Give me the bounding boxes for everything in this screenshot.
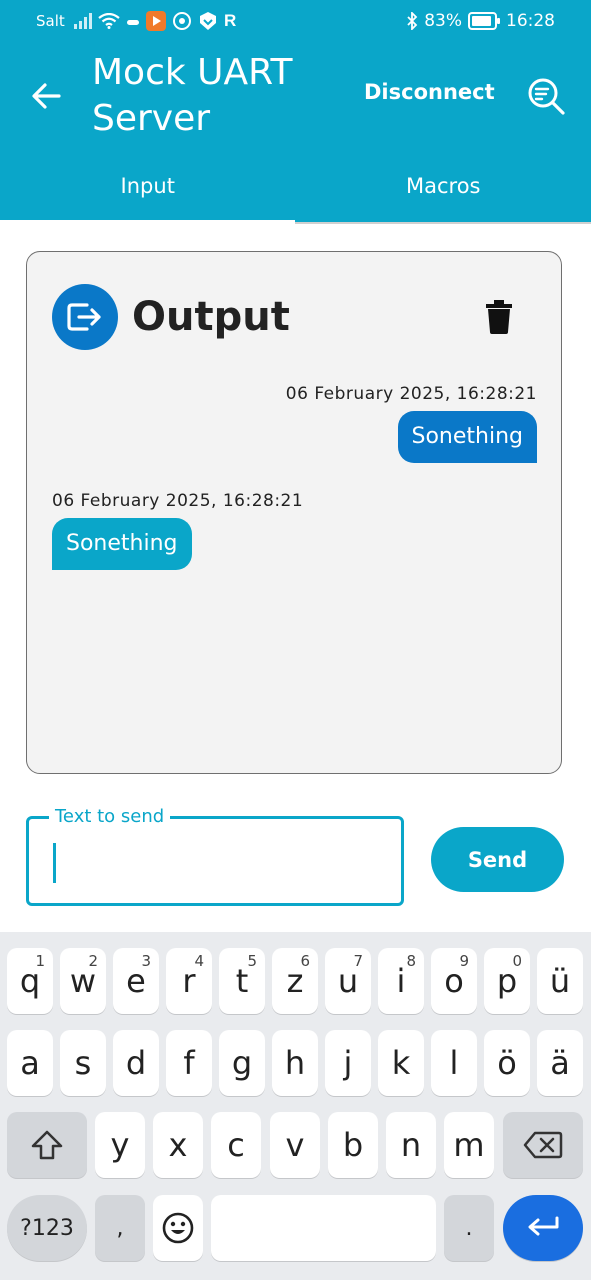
battery-percent: 83% xyxy=(424,11,462,31)
key-hint: 4 xyxy=(194,952,204,970)
key-d[interactable]: d xyxy=(113,1030,159,1096)
status-icons-left: R xyxy=(74,10,236,32)
shift-icon xyxy=(31,1130,63,1160)
app-notification-icon xyxy=(146,11,166,31)
key-u[interactable]: u7 xyxy=(325,948,371,1014)
key-t[interactable]: t5 xyxy=(219,948,265,1014)
wifi-icon xyxy=(98,13,120,29)
output-title: Output xyxy=(132,294,290,340)
shift-key[interactable] xyxy=(7,1112,87,1178)
key-x[interactable]: x xyxy=(153,1112,203,1178)
period-key[interactable]: . xyxy=(444,1195,494,1261)
key-v[interactable]: v xyxy=(270,1112,320,1178)
status-icons-right: 83% 16:28 xyxy=(406,10,555,32)
key-l[interactable]: l xyxy=(431,1030,477,1096)
sent-message-bubble: Sonething xyxy=(397,411,537,463)
tab-bar: Input Macros xyxy=(0,162,591,222)
key-i[interactable]: i8 xyxy=(378,948,424,1014)
key-c[interactable]: c xyxy=(211,1112,261,1178)
emoji-key[interactable] xyxy=(153,1195,203,1261)
key-a-umlaut[interactable]: ä xyxy=(537,1030,583,1096)
key-y[interactable]: y xyxy=(95,1112,145,1178)
text-to-send-label: Text to send xyxy=(49,806,171,827)
key-hint: 9 xyxy=(459,952,469,970)
key-m[interactable]: m xyxy=(444,1112,494,1178)
key-s[interactable]: s xyxy=(60,1030,106,1096)
back-button[interactable] xyxy=(26,76,66,116)
key-hint: 8 xyxy=(406,952,416,970)
hotspot-icon xyxy=(172,11,192,31)
comma-key[interactable]: , xyxy=(95,1195,145,1261)
keyboard: q1 w2 e3 r4 t5 z6 u7 i8 o9 p0 ü a s d f … xyxy=(0,932,591,1280)
page-title: Mock UART Server xyxy=(92,52,293,139)
key-hint: 5 xyxy=(247,952,257,970)
key-hint: 7 xyxy=(353,952,363,970)
enter-key[interactable] xyxy=(503,1195,583,1261)
search-list-icon xyxy=(528,78,565,115)
key-hint: 6 xyxy=(300,952,310,970)
trash-icon xyxy=(486,300,512,334)
send-button[interactable]: Send xyxy=(431,827,564,892)
text-to-send-field[interactable]: Text to send xyxy=(26,806,404,906)
backspace-key[interactable] xyxy=(503,1112,583,1178)
key-hint: 1 xyxy=(35,952,45,970)
key-label: t xyxy=(235,962,249,1000)
r-app-icon: R xyxy=(224,11,237,30)
key-j[interactable]: j xyxy=(325,1030,371,1096)
sent-message-timestamp: 06 February 2025, 16:28:21 xyxy=(285,384,537,404)
key-e[interactable]: e3 xyxy=(113,948,159,1014)
battery-icon xyxy=(468,12,500,30)
status-bar: Salt R 83% 16:28 xyxy=(0,0,591,42)
key-b[interactable]: b xyxy=(328,1112,378,1178)
tab-input[interactable]: Input xyxy=(0,162,296,222)
key-hint: 3 xyxy=(141,952,151,970)
key-o[interactable]: o9 xyxy=(431,948,477,1014)
key-o-umlaut[interactable]: ö xyxy=(484,1030,530,1096)
output-icon xyxy=(52,284,118,350)
key-u-umlaut[interactable]: ü xyxy=(537,948,583,1014)
disconnect-button[interactable]: Disconnect xyxy=(364,80,495,104)
key-hint: 2 xyxy=(88,952,98,970)
key-h[interactable]: h xyxy=(272,1030,318,1096)
search-button[interactable] xyxy=(524,74,568,118)
cloud-icon xyxy=(126,16,140,26)
key-hint: 0 xyxy=(512,952,522,970)
key-q[interactable]: q1 xyxy=(7,948,53,1014)
clock: 16:28 xyxy=(506,11,555,31)
space-key[interactable] xyxy=(211,1195,436,1261)
key-g[interactable]: g xyxy=(219,1030,265,1096)
received-message-timestamp: 06 February 2025, 16:28:21 xyxy=(52,491,304,511)
received-message-bubble: Sonething xyxy=(52,518,192,570)
key-z[interactable]: z6 xyxy=(272,948,318,1014)
key-r[interactable]: r4 xyxy=(166,948,212,1014)
key-p[interactable]: p0 xyxy=(484,948,530,1014)
enter-icon xyxy=(528,1216,559,1236)
bluetooth-icon xyxy=(406,12,418,30)
clear-output-button[interactable] xyxy=(485,300,513,334)
key-n[interactable]: n xyxy=(386,1112,436,1178)
text-to-send-input[interactable] xyxy=(51,843,385,885)
backspace-icon xyxy=(523,1131,563,1159)
emoji-icon xyxy=(162,1212,194,1244)
key-f[interactable]: f xyxy=(166,1030,212,1096)
key-k[interactable]: k xyxy=(378,1030,424,1096)
carrier-label: Salt xyxy=(36,12,65,30)
key-a[interactable]: a xyxy=(7,1030,53,1096)
tab-macros[interactable]: Macros xyxy=(296,162,591,222)
shield-icon xyxy=(198,11,218,31)
key-label: ü xyxy=(549,962,571,1000)
app-bar: Mock UART Server Disconnect Input Macros xyxy=(0,42,591,222)
output-panel: Output 06 February 2025, 16:28:21 Soneth… xyxy=(26,251,562,774)
arrow-back-icon xyxy=(32,83,61,109)
key-label: i xyxy=(396,962,406,1000)
key-w[interactable]: w2 xyxy=(60,948,106,1014)
tab-divider xyxy=(295,222,591,224)
symbols-key[interactable]: ?123 xyxy=(7,1195,87,1261)
active-tab-indicator xyxy=(0,220,295,224)
signal-icon xyxy=(74,13,92,29)
